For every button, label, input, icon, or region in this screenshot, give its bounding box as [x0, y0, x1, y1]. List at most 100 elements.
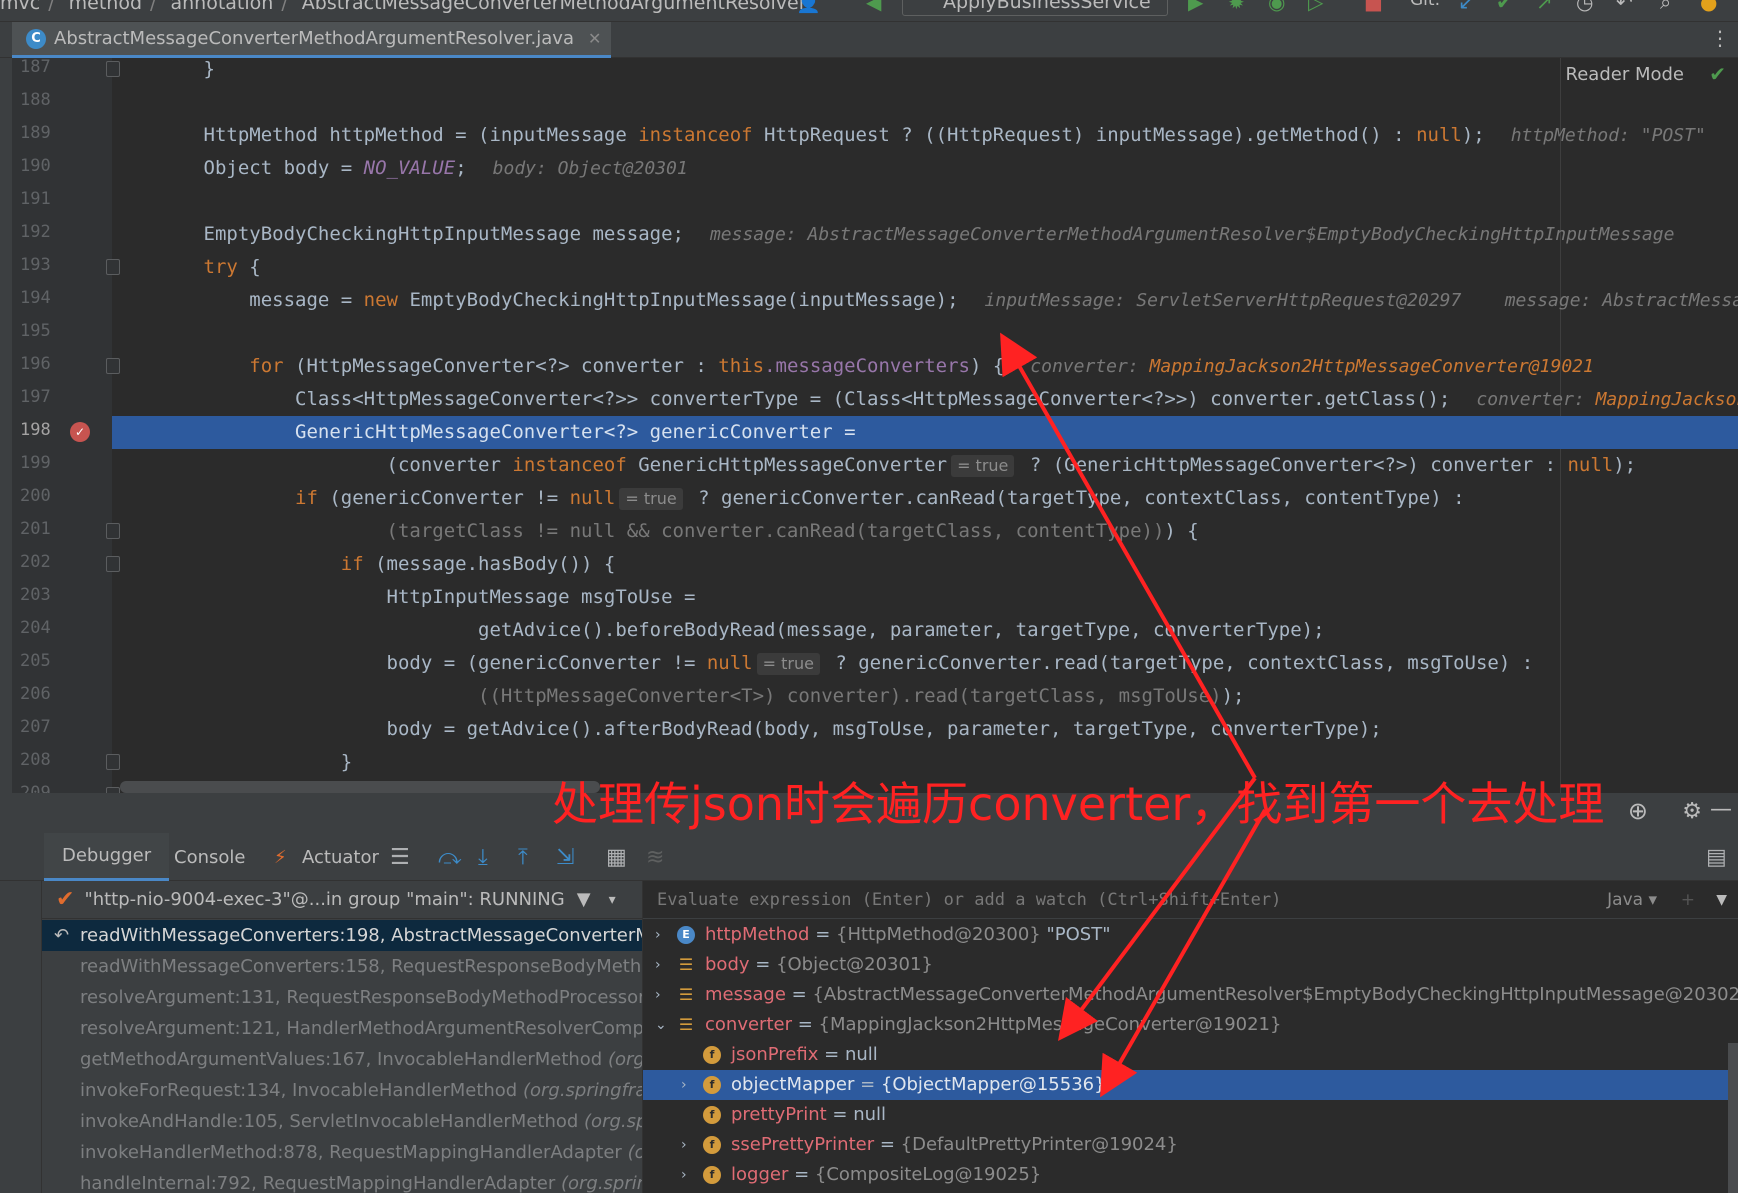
gutter-line[interactable]: 195	[12, 317, 112, 350]
gutter-line[interactable]: 202	[12, 548, 120, 581]
variable-row[interactable]: f prettyPrint = null	[643, 1100, 1738, 1130]
git-push-icon[interactable]: ↗	[1536, 0, 1553, 14]
gutter-line[interactable]: 204	[12, 614, 112, 647]
line-number-gutter[interactable]: 187 188 189 190 191 192 193 194 195 196 197 198 ✓ 199…	[12, 58, 120, 793]
gutter-line[interactable]: 196	[12, 350, 120, 383]
step-over-icon[interactable]: ⤼	[438, 845, 462, 870]
vertical-scrollbar[interactable]	[1728, 1043, 1738, 1193]
code-line[interactable]: (targetClass != null && converter.canRea…	[112, 515, 1738, 548]
menu-icon[interactable]: ☰	[390, 845, 410, 870]
minimize-icon[interactable]: —	[1710, 797, 1732, 822]
horizontal-scrollbar[interactable]	[120, 781, 600, 793]
trace-icon[interactable]: ≋	[646, 845, 664, 870]
gutter-line[interactable]: 193	[12, 251, 120, 284]
gutter-line[interactable]: 192	[12, 218, 112, 251]
close-icon[interactable]: ✕	[588, 29, 601, 48]
search-icon[interactable]: ⌕	[1660, 0, 1671, 14]
variable-row[interactable]: f jsonPrefix = null	[643, 1040, 1738, 1070]
evaluate-icon[interactable]: ▦	[606, 845, 627, 870]
profile-icon[interactable]: ▷	[1308, 0, 1323, 14]
chevron-down-icon[interactable]: ⌄	[655, 1010, 667, 1040]
chevron-right-icon[interactable]: ›	[681, 1130, 687, 1160]
gutter-line[interactable]: 198 ✓	[12, 416, 112, 449]
stack-frame[interactable]: invokeForRequest:134, InvocableHandlerMe…	[42, 1075, 642, 1106]
gear-icon[interactable]: ⚙	[1682, 799, 1702, 824]
gutter-line[interactable]: 208	[12, 746, 120, 779]
tab-actuator[interactable]: ⚡ Actuator	[268, 833, 397, 881]
variable-row[interactable]: › f objectMapper = {ObjectMapper@15536}	[643, 1070, 1738, 1100]
breadcrumb-item[interactable]: method	[69, 0, 142, 14]
target-icon[interactable]: ⊕	[1628, 797, 1648, 825]
editor-tab[interactable]: C AbstractMessageConverterMethodArgument…	[12, 22, 612, 58]
code-line[interactable]: GenericHttpMessageConverter<?> genericCo…	[112, 416, 1738, 449]
more-options-icon[interactable]: ⋮	[1710, 26, 1730, 50]
code-line[interactable]: for (HttpMessageConverter<?> converter :…	[112, 350, 1738, 383]
variable-row[interactable]: › ☰ message = {AbstractMessageConverterMet…	[643, 980, 1738, 1010]
code-line[interactable]: message = new EmptyBodyCheckingHttpInput…	[112, 284, 1738, 317]
chevron-right-icon[interactable]: ›	[655, 950, 661, 980]
gutter-line[interactable]: 201	[12, 515, 120, 548]
history-icon[interactable]: ◷	[1576, 0, 1593, 14]
stack-frame[interactable]: invokeHandlerMethod:878, RequestMappingH…	[42, 1137, 642, 1168]
stack-frame[interactable]: readWithMessageConverters:158, RequestRe…	[42, 951, 642, 982]
gutter-line[interactable]: 205	[12, 647, 112, 680]
gutter-line[interactable]: 200	[12, 482, 112, 515]
stack-frame[interactable]: invokeAndHandle:105, ServletInvocableHan…	[42, 1106, 642, 1137]
code-line[interactable]: try {	[112, 251, 1738, 284]
gutter-line[interactable]: 206	[12, 680, 112, 713]
code-line[interactable]: }	[112, 58, 1738, 86]
code-line[interactable]: Object body = NO_VALUE; body: Object@2030…	[112, 152, 1738, 185]
code-line[interactable]: HttpInputMessage msgToUse =	[112, 581, 1738, 614]
git-update-icon[interactable]: ↙	[1458, 0, 1475, 14]
code-line[interactable]: HttpMethod httpMethod = (inputMessage in…	[112, 119, 1738, 152]
breadcrumb-item[interactable]: AbstractMessageConverterMethodArgumentRe…	[302, 0, 807, 14]
coverage-icon[interactable]: ◉	[1268, 0, 1285, 14]
thread-selector[interactable]: ✔ "http-nio-9004-exec-3"@...in group "ma…	[42, 881, 642, 919]
chevron-right-icon[interactable]: ›	[681, 1070, 687, 1100]
evaluate-expression-input[interactable]: Evaluate expression (Enter) or add a wat…	[643, 881, 1738, 919]
stack-frame[interactable]: handleInternal:792, RequestMappingHandle…	[42, 1168, 642, 1193]
code-line[interactable]: body = (genericConverter != null = true ?…	[112, 647, 1738, 680]
code-line[interactable]: getAdvice().beforeBodyRead(message, para…	[112, 614, 1738, 647]
gutter-line[interactable]: 197	[12, 383, 112, 416]
chevron-down-icon[interactable]: ▾	[609, 892, 616, 908]
layout-icon[interactable]: ▤	[1706, 845, 1727, 870]
stack-frame[interactable]: getMethodArgumentValues:167, InvocableHa…	[42, 1044, 642, 1075]
tab-debugger[interactable]: Debugger	[44, 833, 170, 881]
code-line[interactable]: if (genericConverter != null = true ? gen…	[112, 482, 1738, 515]
code-line[interactable]	[112, 317, 1738, 350]
gutter-line[interactable]: 207	[12, 713, 112, 746]
language-select[interactable]: Java ▾	[1607, 881, 1657, 919]
chevron-right-icon[interactable]: ›	[655, 980, 661, 1010]
gutter-line[interactable]: 189	[12, 119, 112, 152]
variable-row[interactable]: › ☰ body = {Object@20301}	[643, 950, 1738, 980]
code-line[interactable]	[112, 185, 1738, 218]
gutter-line[interactable]: 187	[12, 58, 120, 86]
filter-icon[interactable]: ▼	[577, 889, 591, 910]
stop-icon[interactable]: ■	[1364, 0, 1383, 14]
code-editor[interactable]: 187 188 189 190 191 192 193 194 195 196 197 198 ✓ 199…	[0, 58, 1738, 793]
step-into-icon[interactable]: ⤓	[478, 845, 488, 870]
code-line[interactable]: if (message.hasBody()) {	[112, 548, 1738, 581]
chevron-down-icon[interactable]: ▼	[1716, 881, 1727, 919]
run-configuration-select[interactable]: ApplyBusinessService	[902, 0, 1168, 16]
gutter-line[interactable]: 209	[12, 779, 120, 793]
back-arrow-icon[interactable]: ◀	[866, 0, 881, 14]
chevron-right-icon[interactable]: ›	[681, 1160, 687, 1190]
code-line[interactable]: Class<HttpMessageConverter<?>> converter…	[112, 383, 1738, 416]
gutter-line[interactable]: 188	[12, 86, 112, 119]
variable-row[interactable]: › EhttpMethod = {HttpMethod@20300} "POST"	[643, 920, 1738, 950]
reader-mode-button[interactable]: Reader Mode	[1566, 64, 1684, 85]
gutter-line[interactable]: 194	[12, 284, 112, 317]
gutter-line[interactable]: 203	[12, 581, 112, 614]
code-line[interactable]	[112, 86, 1738, 119]
user-icon[interactable]: 👤	[796, 0, 821, 14]
gutter-line[interactable]: 191	[12, 185, 112, 218]
gutter-line[interactable]: 190	[12, 152, 112, 185]
rollback-icon[interactable]: ↶	[1616, 0, 1633, 14]
breadcrumb-item[interactable]: annotation	[170, 0, 273, 14]
variable-row[interactable]: › f logger = {CompositeLog@19025}	[643, 1160, 1738, 1190]
step-out-icon[interactable]: ⤒	[518, 845, 528, 870]
code-line[interactable]: ((HttpMessageConverter<T>) converter).re…	[112, 680, 1738, 713]
gutter-line[interactable]: 199	[12, 449, 112, 482]
